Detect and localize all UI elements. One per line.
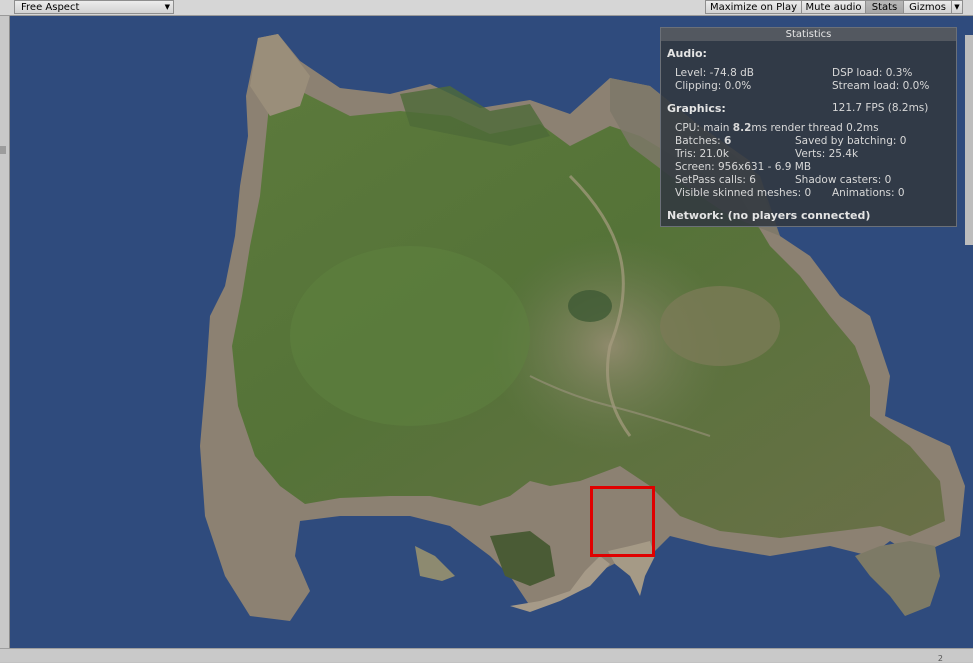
audio-level: Level: -74.8 dB bbox=[675, 67, 754, 79]
game-viewport[interactable]: Statistics Audio: Level: -74.8 dB DSP lo… bbox=[10, 16, 973, 648]
splitter-handle[interactable] bbox=[0, 146, 6, 154]
network-status: Network: (no players connected) bbox=[667, 209, 871, 222]
audio-clipping: Clipping: 0.0% bbox=[675, 80, 752, 92]
statistics-overlay: Statistics Audio: Level: -74.8 dB DSP lo… bbox=[660, 27, 957, 227]
status-counter: 2 bbox=[937, 654, 943, 663]
aspect-dropdown[interactable]: Free Aspect ▼ bbox=[14, 0, 174, 14]
batches-readout: Batches: 6 bbox=[675, 135, 731, 147]
screen-readout: Screen: 956x631 - 6.9 MB bbox=[675, 161, 812, 173]
skinned-meshes-readout: Visible skinned meshes: 0 bbox=[675, 187, 812, 199]
statistics-title: Statistics bbox=[661, 28, 956, 41]
cpu-main-value: 8.2 bbox=[732, 122, 752, 134]
graphics-header: Graphics: bbox=[667, 102, 726, 115]
game-view-toolbar: Free Aspect ▼ Maximize on Play Mute audi… bbox=[0, 0, 973, 16]
batches-prefix: Batches: bbox=[675, 135, 724, 147]
gizmos-button[interactable]: Gizmos bbox=[903, 0, 951, 14]
left-panel-edge bbox=[0, 16, 10, 648]
highlight-box bbox=[590, 486, 655, 557]
animations-readout: Animations: 0 bbox=[832, 187, 905, 199]
cpu-prefix: CPU: main bbox=[675, 122, 733, 134]
right-scrollbar[interactable] bbox=[965, 35, 973, 245]
maximize-on-play-button[interactable]: Maximize on Play bbox=[705, 0, 801, 14]
cpu-readout: CPU: main 8.2ms render thread 0.2ms bbox=[675, 122, 879, 134]
batches-value: 6 bbox=[724, 135, 732, 147]
dsp-load: DSP load: 0.3% bbox=[832, 67, 913, 79]
audio-header: Audio: bbox=[667, 47, 707, 60]
stream-load: Stream load: 0.0% bbox=[832, 80, 930, 92]
stats-button[interactable]: Stats bbox=[865, 0, 903, 14]
shadow-casters-readout: Shadow casters: 0 bbox=[795, 174, 892, 186]
saved-by-batching: Saved by batching: 0 bbox=[795, 135, 907, 147]
tris-readout: Tris: 21.0k bbox=[675, 148, 729, 160]
chevron-down-icon: ▼ bbox=[164, 3, 170, 11]
mute-audio-button[interactable]: Mute audio bbox=[801, 0, 865, 14]
status-bar: 2 bbox=[0, 648, 973, 663]
aspect-label: Free Aspect bbox=[21, 2, 80, 13]
gizmos-dropdown-icon[interactable]: ▼ bbox=[951, 0, 963, 14]
cpu-suffix: ms render thread 0.2ms bbox=[751, 122, 879, 134]
fps-readout: 121.7 FPS (8.2ms) bbox=[832, 102, 929, 114]
setpass-readout: SetPass calls: 6 bbox=[675, 174, 756, 186]
verts-readout: Verts: 25.4k bbox=[795, 148, 859, 160]
